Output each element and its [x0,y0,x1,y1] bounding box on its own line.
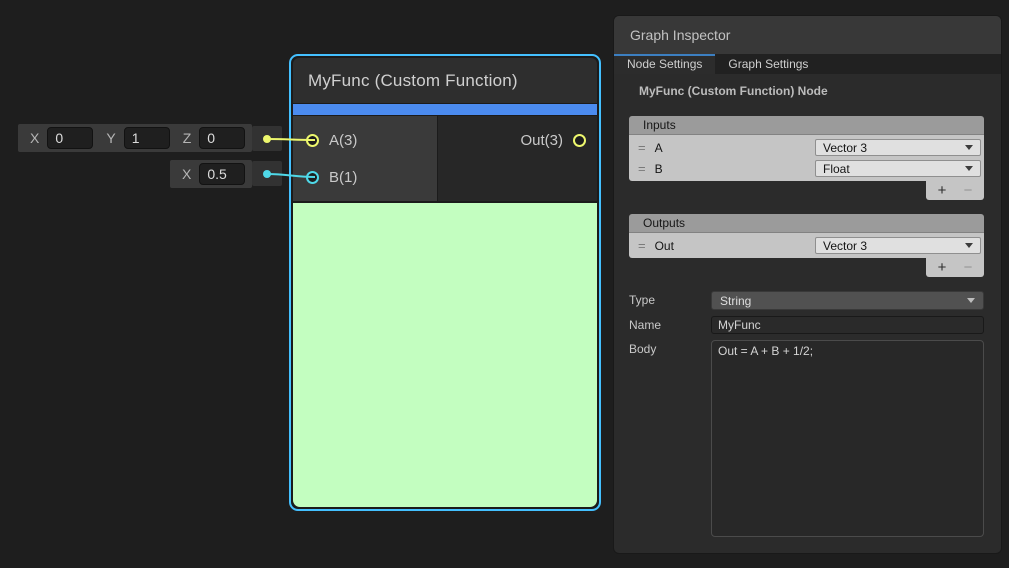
inspector-content: MyFunc (Custom Function) Node Inputs = A… [614,74,1001,537]
node-title[interactable]: MyFunc (Custom Function) [293,58,597,103]
input-b-type-dropdown[interactable]: Float [815,160,981,177]
outputs-list-header: Outputs [629,214,984,233]
outputs-list-body: = Out Vector 3 [629,233,984,258]
node-ports: A(3) B(1) Out(3) [293,116,597,201]
vector3-connector-box [252,126,282,151]
float-field-input[interactable] [199,163,245,185]
input-a-type-dropdown[interactable]: Vector 3 [815,139,981,156]
z-field-input[interactable] [199,127,245,149]
node-output-ports: Out(3) [438,116,597,201]
node-settings-heading: MyFunc (Custom Function) Node [639,84,984,98]
float-port-dot-icon[interactable] [263,170,271,178]
float-connector-box [252,161,282,186]
inputs-list-header: Inputs [629,116,984,135]
dropdown-arrow-icon [965,166,973,171]
port-a-label: A(3) [329,132,357,149]
dropdown-arrow-icon [965,243,973,248]
port-row-b: B(1) [293,159,437,196]
type-label: Type [629,291,711,310]
node-preview [293,203,597,507]
inputs-list-body: = A Vector 3 = B Float [629,135,984,181]
vector3-port-dot-icon[interactable] [263,135,271,143]
type-dropdown[interactable]: String [711,291,984,310]
inspector-tabs: Node Settings Graph Settings [614,54,1001,74]
remove-output-button[interactable]: − [955,259,981,276]
port-row-a: A(3) [293,122,437,159]
outputs-list-footer: + − [926,258,984,277]
drag-handle-icon[interactable]: = [638,140,646,155]
tab-node-settings[interactable]: Node Settings [614,54,715,74]
port-out-label: Out(3) [520,132,563,149]
output-out-name: Out [655,239,815,253]
inspector-title[interactable]: Graph Inspector [614,16,1001,54]
dropdown-arrow-icon [965,145,973,150]
drag-handle-icon[interactable]: = [638,238,646,253]
add-output-button[interactable]: + [929,259,955,276]
body-label: Body [629,340,711,537]
body-textarea[interactable]: Out = A + B + 1/2; [711,340,984,537]
name-input[interactable] [711,316,984,334]
port-row-out: Out(3) [438,122,597,159]
name-label: Name [629,316,711,334]
output-out-type-value: Vector 3 [823,239,867,253]
drag-handle-icon[interactable]: = [638,161,646,176]
x-field-input[interactable] [47,127,93,149]
port-b-label: B(1) [329,169,357,186]
add-input-button[interactable]: + [929,182,955,199]
input-a-name: A [655,141,815,155]
z-field-label: Z [183,130,192,146]
body-property-row: Body Out = A + B + 1/2; [629,340,984,537]
float-input-widget: X [170,160,252,188]
x-field-label: X [182,166,191,182]
graph-inspector-panel: Graph Inspector Node Settings Graph Sett… [613,15,1002,554]
inputs-list: Inputs = A Vector 3 = B Floa [629,116,984,200]
node-accent-bar [293,104,597,115]
outputs-list: Outputs = Out Vector 3 + − [629,214,984,277]
inputs-list-footer: + − [926,181,984,200]
port-out-icon[interactable] [573,134,586,147]
port-a-icon[interactable] [306,134,319,147]
x-field-label: X [30,130,39,146]
list-item-input-b[interactable]: = B Float [632,158,981,179]
node-input-ports: A(3) B(1) [293,116,437,201]
input-b-name: B [655,162,815,176]
custom-function-node[interactable]: MyFunc (Custom Function) A(3) B(1) Out(3… [289,54,601,511]
input-a-type-value: Vector 3 [823,141,867,155]
y-field-label: Y [106,130,115,146]
tab-graph-settings[interactable]: Graph Settings [715,54,821,74]
port-b-icon[interactable] [306,171,319,184]
remove-input-button[interactable]: − [955,182,981,199]
dropdown-arrow-icon [967,298,975,303]
vector3-input-widget: X Y Z [18,124,252,152]
input-b-type-value: Float [823,162,850,176]
shader-graph-canvas[interactable]: X Y Z X MyFunc (Custom Function) A(3) [0,0,1009,568]
list-item-output-out[interactable]: = Out Vector 3 [632,235,981,256]
type-property-row: Type String [629,291,984,310]
output-out-type-dropdown[interactable]: Vector 3 [815,237,981,254]
list-item-input-a[interactable]: = A Vector 3 [632,137,981,158]
y-field-input[interactable] [124,127,170,149]
name-property-row: Name [629,316,984,334]
type-dropdown-value: String [720,294,751,308]
